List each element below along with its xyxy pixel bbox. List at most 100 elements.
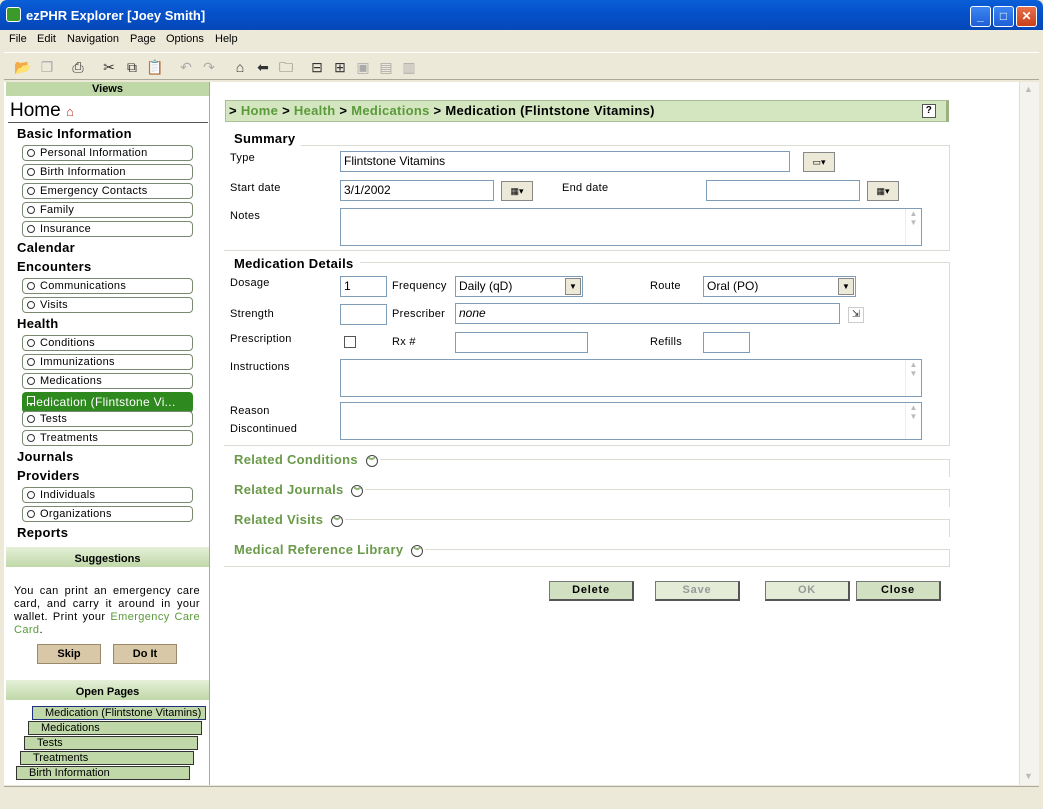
redo-icon[interactable]: ↷ [198, 56, 220, 78]
type-picker-button[interactable]: ▭▾ [803, 152, 835, 172]
related-journals-toggle[interactable]: Related Journals ︾ [224, 482, 366, 498]
strength-field[interactable] [340, 304, 387, 325]
menu-help[interactable]: Help [215, 33, 238, 45]
sidebar-item-tests[interactable]: Tests [22, 411, 193, 427]
end-date-field[interactable] [706, 180, 860, 201]
copy-icon[interactable]: ⧉ [121, 56, 143, 78]
expand-icon[interactable]: ︾ [365, 455, 378, 467]
instructions-field[interactable]: ▲ ▼ [340, 359, 922, 397]
inbox-icon[interactable]: ⊟ [306, 56, 328, 78]
save-all-icon[interactable]: ▤ [375, 56, 397, 78]
open-page-tab[interactable]: Medications [28, 721, 202, 735]
calendar-icon[interactable]: ▦▾ [501, 181, 533, 201]
paste-icon[interactable]: 📋 [144, 56, 166, 78]
menu-options[interactable]: Options [166, 33, 204, 45]
menu-file[interactable]: File [9, 33, 27, 45]
open-page-tab[interactable]: Treatments [20, 751, 194, 765]
sidebar-item-organizations[interactable]: Organizations [22, 506, 193, 522]
cut-icon[interactable]: ✂ [98, 56, 120, 78]
sidebar-item-emergency-contacts[interactable]: Emergency Contacts [22, 183, 193, 199]
sidebar-item-birth-information[interactable]: Birth Information [22, 164, 193, 180]
section-encounters[interactable]: Encounters [17, 259, 92, 274]
related-conditions-toggle[interactable]: Related Conditions ︾ [224, 452, 380, 468]
chevron-down-icon[interactable]: ▼ [838, 278, 854, 295]
ok-button[interactable]: OK [765, 581, 850, 601]
save-disk-icon[interactable]: ▣ [352, 56, 374, 78]
vertical-scrollbar[interactable]: ▲ ▼ [1019, 82, 1039, 785]
sidebar-item-treatments[interactable]: Treatments [22, 430, 193, 446]
undo-icon[interactable]: ↶ [175, 56, 197, 78]
section-providers[interactable]: Providers [17, 468, 80, 483]
sidebar-item-individuals[interactable]: Individuals [22, 487, 193, 503]
menu-page[interactable]: Page [130, 33, 156, 45]
status-bar [4, 786, 1039, 806]
menu-navigation[interactable]: Navigation [67, 33, 119, 45]
open-folder-icon[interactable]: 📂 [12, 56, 34, 78]
do-it-button[interactable]: Do It [113, 644, 177, 664]
home-icon[interactable]: ⌂ [229, 56, 251, 78]
section-basic-information[interactable]: Basic Information [17, 126, 132, 141]
start-date-field[interactable]: 3/1/2002 [340, 180, 494, 201]
print-icon[interactable]: ⎙ [67, 56, 89, 78]
help-icon[interactable]: ? [922, 104, 936, 118]
expand-icon[interactable]: ︾ [351, 485, 364, 497]
open-page-tab[interactable]: Medication (Flintstone Vitamins) [32, 706, 206, 720]
scroll-down-icon[interactable]: ▼ [1024, 771, 1033, 781]
close-window-button[interactable]: ✕ [1016, 6, 1037, 27]
outbox-icon[interactable]: ⊞ [329, 56, 351, 78]
sidebar-item-personal-information[interactable]: Personal Information [22, 145, 193, 161]
scrollbar[interactable]: ▲ ▼ [905, 403, 921, 439]
menu-edit[interactable]: Edit [37, 33, 56, 45]
summary-legend: Summary [224, 131, 302, 146]
expand-icon[interactable]: ︾ [331, 515, 344, 527]
breadcrumb: > Home > Health > Medications > Medicati… [225, 100, 949, 122]
sidebar-item-family[interactable]: Family [22, 202, 193, 218]
close-button[interactable]: Close [856, 581, 941, 601]
copy-page-icon[interactable]: ❐ [36, 56, 58, 78]
save-button[interactable]: Save [655, 581, 740, 601]
open-page-tab[interactable]: Tests [24, 736, 198, 750]
section-calendar[interactable]: Calendar [17, 240, 75, 255]
related-visits-toggle[interactable]: Related Visits ︾ [224, 512, 346, 528]
breadcrumb-health[interactable]: Health [294, 103, 336, 118]
sidebar-item-medications[interactable]: Medications [22, 373, 193, 389]
type-field[interactable]: Flintstone Vitamins [340, 151, 790, 172]
scrollbar[interactable]: ▲ ▼ [905, 360, 921, 396]
section-health[interactable]: Health [17, 316, 59, 331]
route-select[interactable]: Oral (PO) ▼ [703, 276, 856, 297]
back-arrow-icon[interactable]: ⬅ [252, 56, 274, 78]
scroll-up-icon[interactable]: ▲ [1024, 84, 1033, 94]
prescriber-lookup-icon[interactable]: ⇲ [848, 307, 864, 323]
folder-icon[interactable]: 🗀 [275, 56, 297, 78]
section-journals[interactable]: Journals [17, 449, 74, 464]
refills-field[interactable] [703, 332, 750, 353]
sidebar-item-communications[interactable]: Communications [22, 278, 193, 294]
skip-button[interactable]: Skip [37, 644, 101, 664]
sidebar-item-medication-current[interactable]: Medication (Flintstone Vi... [22, 392, 193, 413]
frequency-select[interactable]: Daily (qD) ▼ [455, 276, 583, 297]
sidebar-item-insurance[interactable]: Insurance [22, 221, 193, 237]
minimize-button[interactable]: _ [970, 6, 991, 27]
sidebar-item-immunizations[interactable]: Immunizations [22, 354, 193, 370]
scrollbar[interactable]: ▲ ▼ [905, 209, 921, 245]
prescription-checkbox[interactable] [344, 336, 356, 348]
breadcrumb-home[interactable]: Home [241, 103, 278, 118]
notes-field[interactable]: ▲ ▼ [340, 208, 922, 246]
maximize-button[interactable]: □ [993, 6, 1014, 27]
sidebar-item-conditions[interactable]: Conditions [22, 335, 193, 351]
open-page-tab[interactable]: Birth Information [16, 766, 190, 780]
expand-icon[interactable]: ︾ [411, 545, 424, 557]
section-reports[interactable]: Reports [17, 525, 68, 540]
breadcrumb-medications[interactable]: Medications [351, 103, 429, 118]
home-link[interactable]: Home ⌂ [10, 100, 74, 122]
medical-reference-toggle[interactable]: Medical Reference Library ︾ [224, 542, 426, 558]
calendar-icon[interactable]: ▦▾ [867, 181, 899, 201]
reason-discontinued-field[interactable]: ▲ ▼ [340, 402, 922, 440]
dosage-field[interactable]: 1 [340, 276, 387, 297]
window-icon[interactable]: ▥ [398, 56, 420, 78]
prescriber-field[interactable]: none [455, 303, 840, 324]
sidebar-item-visits[interactable]: Visits [22, 297, 193, 313]
chevron-down-icon[interactable]: ▼ [565, 278, 581, 295]
rx-number-field[interactable] [455, 332, 588, 353]
delete-button[interactable]: Delete [549, 581, 634, 601]
